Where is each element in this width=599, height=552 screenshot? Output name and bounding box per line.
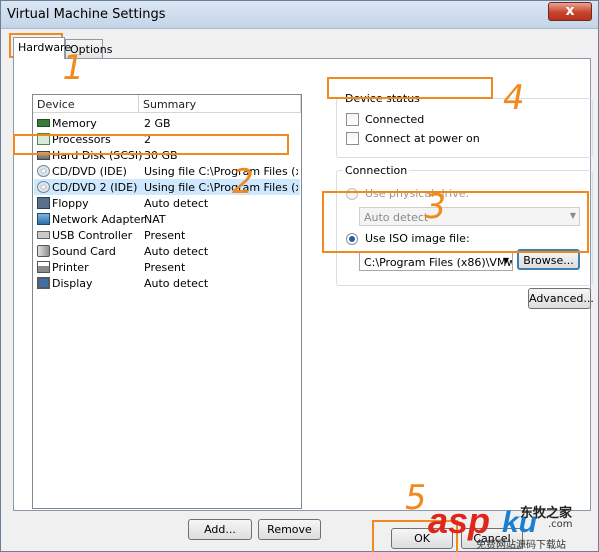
annotation-box-connected xyxy=(327,77,493,99)
device-summary: Using file C:\Program Files (x86)\... xyxy=(144,165,298,178)
device-status-group: Device status Connected Connect at power… xyxy=(336,92,593,158)
floppy-icon xyxy=(37,197,50,209)
device-row-network-adapter[interactable]: Network Adapter NAT xyxy=(34,211,300,227)
device-row-sound-card[interactable]: Sound Card Auto detect xyxy=(34,243,300,259)
device-name: CD/DVD 2 (IDE) xyxy=(52,181,138,194)
title-bar[interactable]: Virtual Machine Settings x xyxy=(1,1,598,29)
device-summary: Auto detect xyxy=(144,245,209,258)
device-row-usb-controller[interactable]: USB Controller Present xyxy=(34,227,300,243)
device-summary: Present xyxy=(144,261,186,274)
device-name: CD/DVD (IDE) xyxy=(52,165,127,178)
connected-checkbox[interactable] xyxy=(346,113,359,126)
window-title: Virtual Machine Settings xyxy=(7,7,166,22)
device-list[interactable]: Device Summary Memory 2 GB Processors 2 … xyxy=(32,94,302,509)
display-icon xyxy=(37,277,50,289)
annotation-box-iso-image xyxy=(322,191,589,253)
close-button[interactable]: x xyxy=(548,2,592,21)
device-name: Memory xyxy=(52,117,97,130)
connect-at-power-on-checkbox[interactable] xyxy=(346,132,359,145)
device-summary: Auto detect xyxy=(144,277,209,290)
iso-image-path-select[interactable]: C:\Program Files (x86)\VMware\ ▼ xyxy=(359,252,513,271)
device-summary: Using file C:\Program Files (x86)\... xyxy=(144,181,298,194)
device-name: Floppy xyxy=(52,197,89,210)
device-name: Display xyxy=(52,277,93,290)
memory-icon xyxy=(37,119,50,127)
tab-hardware[interactable]: Hardware xyxy=(13,37,71,59)
printer-icon xyxy=(37,261,50,273)
connection-title: Connection xyxy=(343,164,410,177)
connected-label[interactable]: Connected xyxy=(365,113,424,126)
advanced-button[interactable]: Advanced... xyxy=(528,288,594,309)
remove-button[interactable]: Remove xyxy=(258,519,321,540)
sound-icon xyxy=(37,245,50,257)
network-icon xyxy=(37,213,50,225)
device-name: Printer xyxy=(52,261,89,274)
device-row-printer[interactable]: Printer Present xyxy=(34,259,300,275)
cd-dvd-icon xyxy=(37,165,50,177)
connect-at-power-on-label[interactable]: Connect at power on xyxy=(365,132,480,145)
device-row-cd-dvd-2[interactable]: CD/DVD 2 (IDE) Using file C:\Program Fil… xyxy=(34,179,300,195)
annotation-box-cd-dvd-row xyxy=(13,134,289,155)
add-button[interactable]: Add... xyxy=(188,519,252,540)
device-summary: Present xyxy=(144,229,186,242)
device-row-cd-dvd[interactable]: CD/DVD (IDE) Using file C:\Program Files… xyxy=(34,163,300,179)
usb-icon xyxy=(37,231,50,239)
watermark-domain: .com xyxy=(548,519,573,530)
device-row-memory[interactable]: Memory 2 GB xyxy=(34,115,300,131)
watermark-subtitle: 免费网站源码下载站 xyxy=(476,540,566,551)
iso-image-path-value: C:\Program Files (x86)\VMware\ xyxy=(364,256,513,269)
site-watermark: asp ku 东牧之家 .com 免费网站源码下载站 xyxy=(428,500,598,551)
device-row-display[interactable]: Display Auto detect xyxy=(34,275,300,291)
device-row-floppy[interactable]: Floppy Auto detect xyxy=(34,195,300,211)
device-summary: 2 GB xyxy=(144,117,171,130)
cd-dvd-icon xyxy=(37,181,50,193)
column-header-summary[interactable]: Summary xyxy=(139,95,301,113)
hardware-tab-panel: Device Summary Memory 2 GB Processors 2 … xyxy=(13,58,594,540)
chevron-down-icon: ▼ xyxy=(502,256,509,265)
device-name: Network Adapter xyxy=(52,213,146,226)
device-summary: NAT xyxy=(144,213,166,226)
device-name: USB Controller xyxy=(52,229,133,242)
column-header-device[interactable]: Device xyxy=(33,95,139,113)
device-summary: Auto detect xyxy=(144,197,209,210)
device-name: Sound Card xyxy=(52,245,116,258)
